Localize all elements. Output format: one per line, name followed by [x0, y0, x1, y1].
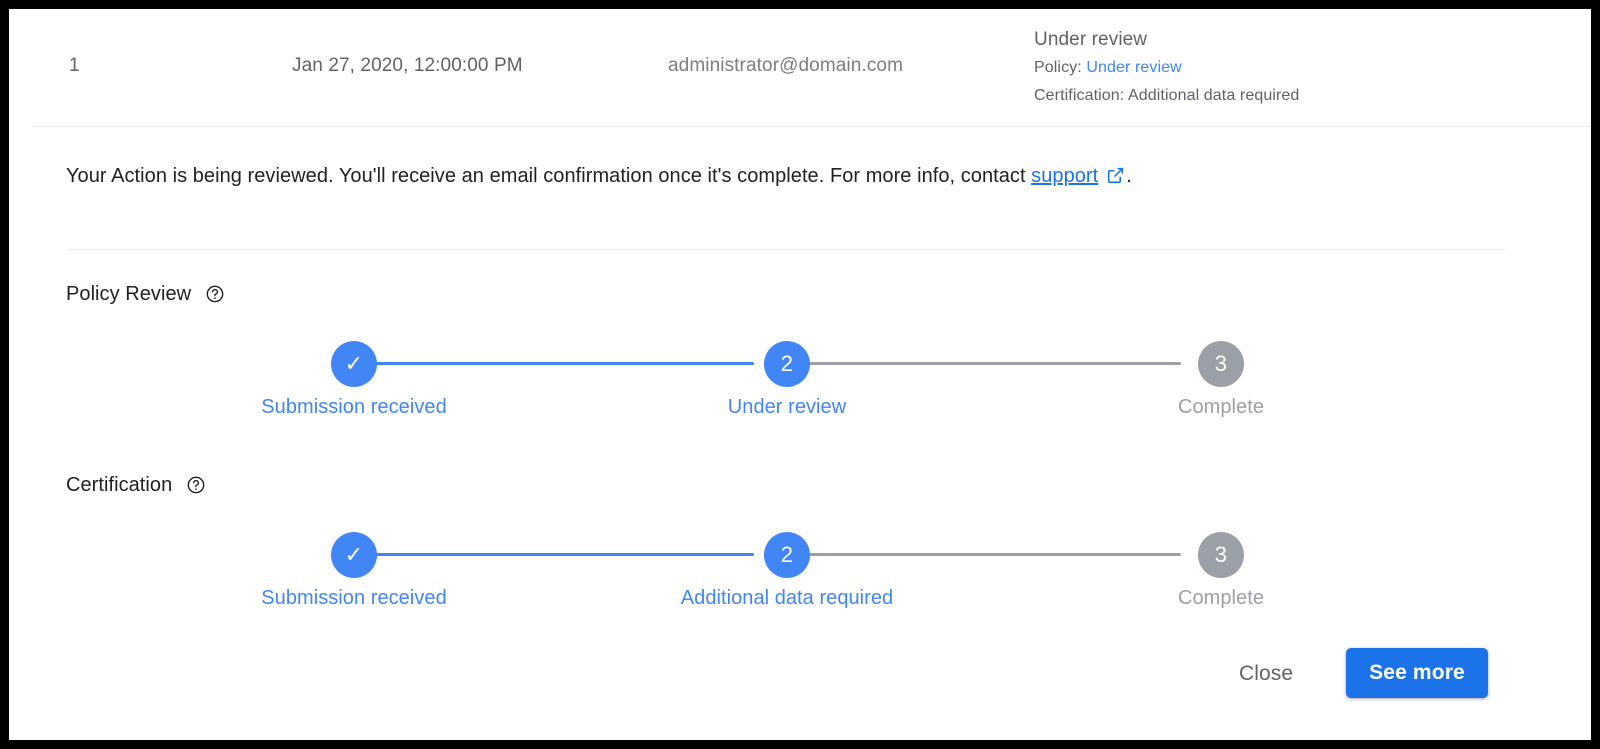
step-2-marker-certification: 2 — [764, 532, 810, 578]
review-message-suffix: . — [1126, 165, 1132, 187]
step-1-marker-certification: ✓ — [331, 532, 377, 578]
certification-status-line: Certification: Additional data required — [1034, 87, 1300, 104]
step-1-label-policy-review: Submission received — [261, 396, 447, 418]
stepper-certification: ✓ Submission received 2 Additional data … — [9, 522, 1591, 642]
row-index: 1 — [69, 55, 80, 76]
policy-status-line: Policy: Under review — [1034, 54, 1554, 82]
step-3-marker-certification: 3 — [1198, 532, 1244, 578]
header-divider — [32, 126, 1591, 127]
status-dialog: 1 Jan 27, 2020, 12:00:00 PM administrato… — [9, 9, 1591, 740]
submitter-email: administrator@domain.com — [668, 55, 903, 76]
review-message-text: Your Action is being reviewed. You'll re… — [66, 165, 1032, 187]
step-1-label-certification: Submission received — [261, 587, 447, 609]
step-connector-1-2 — [354, 362, 754, 365]
submission-header-row: 1 Jan 27, 2020, 12:00:00 PM administrato… — [9, 9, 1591, 125]
step-1-marker-policy-review: ✓ — [331, 341, 377, 387]
step-connector-2-3 — [801, 553, 1181, 556]
section-title-policy-review: Policy Review — [66, 283, 225, 306]
step-3-marker-policy-review: 3 — [1198, 341, 1244, 387]
help-circle-icon[interactable] — [186, 475, 206, 495]
step-connector-1-2 — [354, 553, 754, 556]
step-2-marker-policy-review: 2 — [764, 341, 810, 387]
status-summary: Under review Policy: Under review Certif… — [1034, 26, 1554, 110]
section-label-certification: Certification — [66, 474, 173, 496]
step-2-label-policy-review: Under review — [727, 396, 847, 418]
open-in-new-icon — [1106, 166, 1125, 185]
section-label-policy-review: Policy Review — [66, 283, 192, 305]
policy-status-prefix: Policy: — [1034, 59, 1082, 76]
step-2-label-certification: Additional data required — [680, 587, 894, 609]
submission-date: Jan 27, 2020, 12:00:00 PM — [292, 55, 523, 76]
stepper-policy-review: ✓ Submission received 2 Under review 3 C… — [9, 331, 1591, 451]
step-3-label-certification: Complete — [1178, 587, 1264, 609]
close-button[interactable]: Close — [1225, 654, 1307, 694]
support-link[interactable]: support — [1031, 165, 1098, 187]
review-message: Your Action is being reviewed. You'll re… — [66, 165, 1132, 188]
see-more-button[interactable]: See more — [1346, 648, 1488, 698]
step-connector-2-3 — [801, 362, 1181, 365]
message-divider — [67, 249, 1505, 250]
section-title-certification: Certification — [66, 474, 206, 497]
status-title: Under review — [1034, 29, 1148, 50]
screenshot-frame: 1 Jan 27, 2020, 12:00:00 PM administrato… — [0, 0, 1600, 749]
help-circle-icon[interactable] — [205, 284, 225, 304]
step-3-label-policy-review: Complete — [1178, 396, 1264, 418]
policy-status-link[interactable]: Under review — [1086, 59, 1181, 76]
